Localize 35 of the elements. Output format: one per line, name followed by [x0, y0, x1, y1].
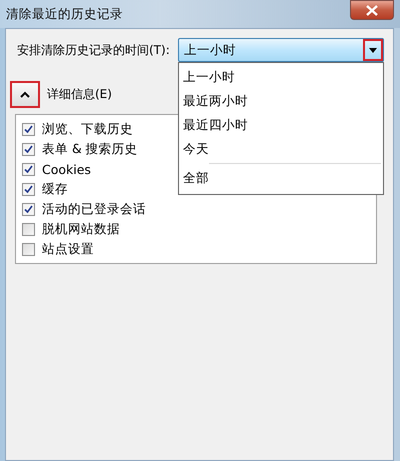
checkbox-item[interactable]: 表单 & 搜索历史	[22, 139, 138, 159]
dropdown-option[interactable]: 最近两小时	[179, 89, 383, 113]
checkbox[interactable]	[22, 242, 35, 256]
check-icon	[24, 164, 33, 174]
close-icon	[366, 4, 378, 16]
checkbox-item[interactable]: 脱机网站数据	[22, 219, 120, 239]
checkbox-item[interactable]: 缓存	[22, 179, 68, 199]
time-range-label: 安排清除历史记录的时间(T):	[16, 42, 170, 58]
dropdown-option[interactable]: 最近四小时	[179, 113, 383, 137]
dropdown-option[interactable]: 上一小时	[179, 65, 383, 89]
checkbox[interactable]	[22, 222, 35, 236]
details-toggle-button[interactable]	[10, 81, 40, 108]
checkbox-item[interactable]: 浏览、下载历史	[22, 119, 133, 139]
caret-icon	[369, 48, 377, 52]
dropdown-button[interactable]	[363, 39, 383, 61]
checkbox[interactable]	[22, 202, 35, 216]
checkbox[interactable]	[22, 162, 35, 176]
close-button[interactable]	[350, 0, 394, 20]
chevron-icon	[20, 91, 30, 98]
checkbox[interactable]	[22, 182, 35, 196]
check-icon	[24, 204, 33, 214]
checkbox-item[interactable]: 活动的已登录会话	[22, 199, 146, 219]
checkbox[interactable]	[22, 142, 35, 156]
dropdown-value: 上一小时	[184, 42, 236, 58]
window-title: 清除最近的历史记录	[6, 6, 123, 22]
check-icon	[24, 144, 33, 154]
time-range-dropdown[interactable]: 上一小时	[178, 38, 384, 62]
check-icon	[24, 184, 33, 194]
checkbox-item[interactable]: Cookies	[22, 159, 91, 179]
checkbox-item[interactable]: 站点设置	[22, 239, 94, 259]
details-label: 详细信息(E)	[47, 86, 112, 103]
dropdown-option[interactable]: 全部	[179, 166, 383, 190]
dropdown-option[interactable]: 今天	[179, 137, 383, 161]
checkbox[interactable]	[22, 122, 35, 136]
check-icon	[24, 124, 33, 134]
